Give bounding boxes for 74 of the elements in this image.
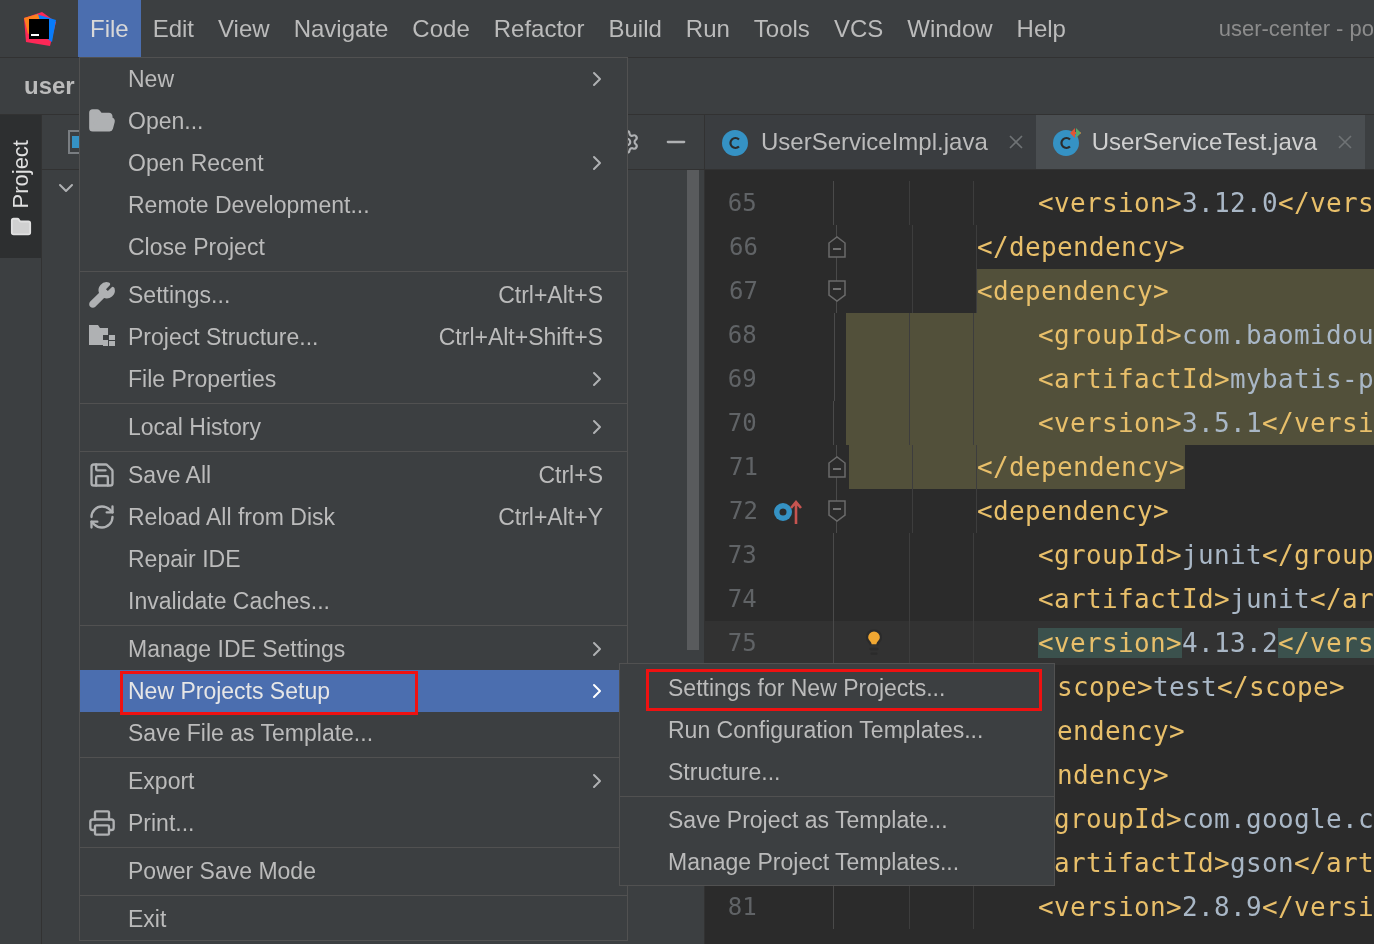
close-icon[interactable]: [1337, 134, 1354, 150]
menu-bar-item[interactable]: File: [78, 0, 141, 57]
menu-bar-item[interactable]: Tools: [741, 0, 822, 57]
line-number: 69: [727, 365, 757, 393]
tool-window-tab[interactable]: Project: [0, 115, 41, 258]
menu-bar-item[interactable]: Navigate: [281, 0, 401, 57]
close-icon[interactable]: [1007, 134, 1024, 150]
line-number: 65: [727, 189, 757, 217]
menu-item[interactable]: Remote Development...: [80, 184, 627, 226]
line-number: 71: [729, 453, 758, 481]
menu-item[interactable]: Save Project as Template...: [620, 799, 1054, 841]
test-class-icon: [1051, 127, 1082, 157]
code-line: <dependency>: [977, 275, 1170, 308]
menu-bar-item[interactable]: Edit: [140, 0, 207, 57]
code-line: scope>test</scope>: [1057, 671, 1346, 704]
menu-bar-item[interactable]: Window: [895, 0, 1005, 57]
code-line: <dependency>: [977, 495, 1170, 528]
code-line: <version>2.8.9</versi: [1037, 891, 1374, 924]
line-number: 70: [727, 409, 757, 437]
menu-item[interactable]: Local History: [80, 406, 627, 448]
line-number: 81: [727, 893, 757, 921]
code-line: endency>: [1057, 715, 1186, 748]
menu-item[interactable]: Open Recent: [80, 142, 627, 184]
code-line: <artifactId>mybatis-p: [1037, 363, 1374, 396]
menu-item[interactable]: Exit: [80, 898, 627, 940]
class-icon: [721, 127, 751, 157]
code-line: <version>3.5.1</versi: [1037, 407, 1374, 440]
code-line: groupId>com.google.c: [1053, 803, 1374, 836]
menu-item[interactable]: Invalidate Caches...: [80, 580, 627, 622]
menu-item[interactable]: Save All Ctrl+S: [80, 454, 627, 496]
code-line: <version>4.13.2</vers: [1037, 627, 1374, 660]
menu-bar-item[interactable]: Build: [596, 0, 674, 57]
code-line: <version>3.12.0</vers: [1037, 187, 1374, 220]
line-number: 68: [727, 321, 757, 349]
menu-bar-item[interactable]: VCS: [821, 0, 896, 57]
folder-icon: [9, 216, 32, 238]
app-logo-icon: [22, 11, 56, 46]
code-line: </dependency>: [977, 451, 1186, 484]
code-line: ndency>: [1057, 759, 1170, 792]
code-line: <groupId>com.baomidou: [1037, 319, 1374, 352]
line-number: 73: [727, 541, 757, 569]
menu-item[interactable]: Project Structure... Ctrl+Alt+Shift+S: [80, 316, 627, 358]
menu-bar-item[interactable]: Code: [400, 0, 482, 57]
code-line: artifactId>gson</art: [1053, 847, 1374, 880]
breadcrumb[interactable]: user: [24, 68, 75, 104]
menu-bar-item[interactable]: Help: [1004, 0, 1078, 57]
window-title: user-center - po: [1217, 15, 1374, 43]
menu-item[interactable]: Manage IDE Settings: [80, 628, 627, 670]
code-line: <groupId>junit</group: [1037, 539, 1374, 572]
menu-item[interactable]: Reload All from Disk Ctrl+Alt+Y: [80, 496, 627, 538]
menu-item[interactable]: Settings... Ctrl+Alt+S: [80, 274, 627, 316]
editor-tab[interactable]: UserServiceTest.java: [1035, 115, 1366, 169]
wrench-icon: [88, 281, 116, 309]
menu-bar-item[interactable]: View: [206, 0, 282, 57]
menu-item[interactable]: Structure...: [620, 751, 1054, 793]
menu-item[interactable]: Manage Project Templates...: [620, 841, 1054, 883]
line-number: 72: [729, 497, 758, 525]
code-line: </dependency>: [977, 231, 1186, 264]
menu-item[interactable]: File Properties: [80, 358, 627, 400]
menu-bar-item[interactable]: Refactor: [481, 0, 597, 57]
menu-item[interactable]: New: [80, 58, 627, 100]
line-number: 74: [727, 585, 757, 613]
menu-item[interactable]: Close Project: [80, 226, 627, 268]
menu-item[interactable]: Open...: [80, 100, 627, 142]
line-number: 66: [729, 233, 758, 261]
code-line: <artifactId>junit</ar: [1037, 583, 1374, 616]
menu-bar-item[interactable]: Run: [673, 0, 742, 57]
scrollbar-thumb[interactable]: [687, 170, 699, 650]
menu-item[interactable]: Run Configuration Templates...: [620, 709, 1054, 751]
menu-item[interactable]: Repair IDE: [80, 538, 627, 580]
printer-icon: [88, 809, 116, 837]
project-structure-icon: [88, 323, 116, 347]
reload-icon: [88, 503, 116, 531]
line-number: 67: [729, 277, 758, 305]
